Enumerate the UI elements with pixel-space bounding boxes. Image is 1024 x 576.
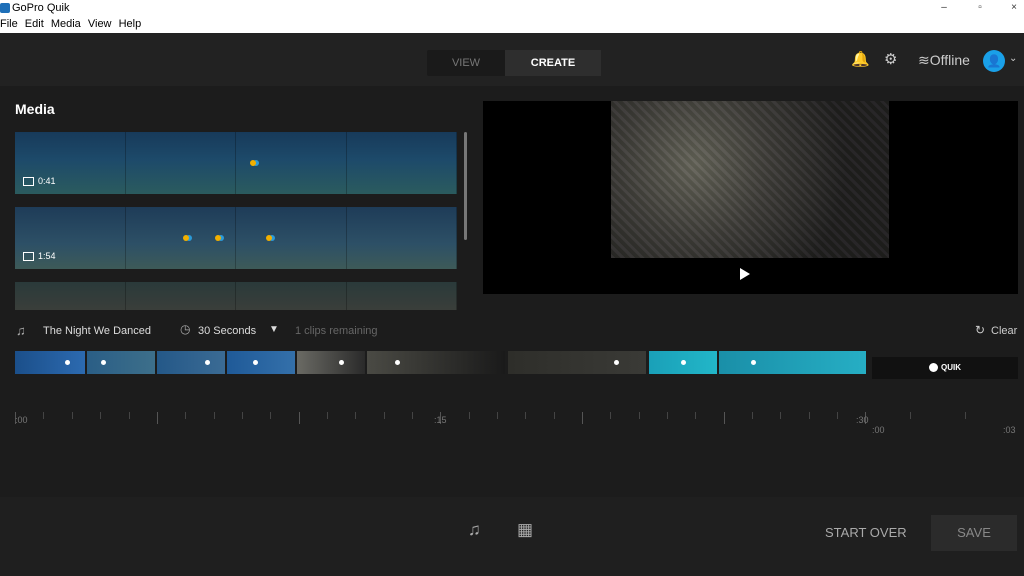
refresh-icon[interactable]: ↻ [975, 323, 985, 337]
highlight-marker-icon [266, 235, 272, 241]
quik-logo-icon [929, 363, 938, 373]
duration-select[interactable]: 30 Seconds [198, 325, 256, 337]
ruler-label: :15 [434, 415, 447, 425]
clip-duration: 0:41 [23, 176, 56, 186]
offline-label: Offline [929, 52, 970, 68]
media-scrollbar[interactable] [464, 132, 467, 240]
ruler-label: :30 [856, 415, 869, 425]
video-camera-icon [23, 177, 34, 186]
music-note-icon[interactable]: ♫ [468, 520, 481, 540]
media-clip[interactable] [15, 282, 457, 310]
title-bar: GoPro Quik – ▫ × [0, 0, 1024, 18]
tab-view[interactable]: VIEW [427, 50, 505, 76]
mode-tabs: VIEW CREATE [427, 50, 601, 76]
timeline-clip[interactable] [719, 351, 866, 374]
menu-view[interactable]: View [88, 18, 112, 30]
preview-frame [611, 101, 889, 258]
chevron-down-icon[interactable]: ⌄ [1009, 53, 1017, 64]
media-title: Media [15, 101, 55, 117]
play-icon[interactable] [740, 268, 750, 280]
menu-help[interactable]: Help [119, 18, 142, 30]
timeline-clip[interactable] [15, 351, 85, 374]
highlight-marker-icon [183, 235, 189, 241]
window-title: GoPro Quik [12, 2, 70, 14]
menu-edit[interactable]: Edit [25, 18, 44, 30]
gopro-logo-icon [0, 3, 10, 13]
timeline-clip[interactable] [157, 351, 225, 374]
music-bar: ♫ The Night We Danced ◷ 30 Seconds ▼ 1 c… [0, 320, 1024, 342]
clip-duration: 1:54 [23, 251, 56, 261]
chevron-down-icon[interactable]: ▼ [269, 324, 279, 335]
timeline-clip[interactable] [508, 351, 646, 374]
offline-icon: ≋ [918, 52, 930, 68]
video-camera-icon [23, 252, 34, 261]
tab-create[interactable]: CREATE [505, 50, 601, 76]
song-title[interactable]: The Night We Danced [43, 325, 151, 337]
timeline-ruler[interactable]: :00 :15 :30 :00 :03 [15, 412, 1018, 442]
music-note-icon[interactable]: ♫ [16, 323, 26, 338]
clear-button[interactable]: Clear [991, 325, 1017, 337]
clips-remaining: 1 clips remaining [295, 325, 378, 337]
bell-icon[interactable]: 🔔 [851, 50, 870, 68]
ruler-label: :03 [1003, 425, 1016, 435]
offline-status[interactable]: ≋Offline [918, 52, 970, 69]
ruler-label: :00 [872, 425, 885, 435]
timeline-clip[interactable] [87, 351, 155, 374]
film-strip-icon[interactable]: ▦ [517, 520, 533, 540]
highlight-marker-icon [215, 235, 221, 241]
quik-outro-clip[interactable]: QUIK [872, 357, 1018, 379]
avatar[interactable]: 👤 [983, 50, 1005, 72]
app-header: VIEW CREATE 🔔 ⚙ ≋Offline 👤 ⌄ [0, 33, 1024, 86]
timeline-clip[interactable] [227, 351, 295, 374]
save-button[interactable]: SAVE [931, 515, 1017, 551]
media-clip[interactable]: 0:41 [15, 132, 457, 194]
menu-media[interactable]: Media [51, 18, 81, 30]
highlight-marker-icon [250, 160, 256, 166]
ruler-label: :00 [15, 415, 28, 425]
maximize-button[interactable]: ▫ [970, 2, 990, 13]
menu-bar: File Edit Media View Help [0, 18, 1024, 33]
start-over-button[interactable]: START OVER [825, 525, 907, 540]
menu-file[interactable]: File [0, 18, 18, 30]
gear-icon[interactable]: ⚙ [884, 50, 897, 68]
timeline-clip[interactable] [297, 351, 365, 374]
timeline-clip[interactable] [367, 351, 505, 374]
clock-icon: ◷ [180, 322, 191, 336]
minimize-button[interactable]: – [934, 2, 954, 13]
bottom-toolbar: ♫ ▦ START OVER SAVE [0, 497, 1024, 576]
media-clip[interactable]: 1:54 [15, 207, 457, 269]
timeline-clip[interactable] [649, 351, 717, 374]
video-preview[interactable] [483, 101, 1018, 294]
close-button[interactable]: × [1004, 2, 1024, 13]
